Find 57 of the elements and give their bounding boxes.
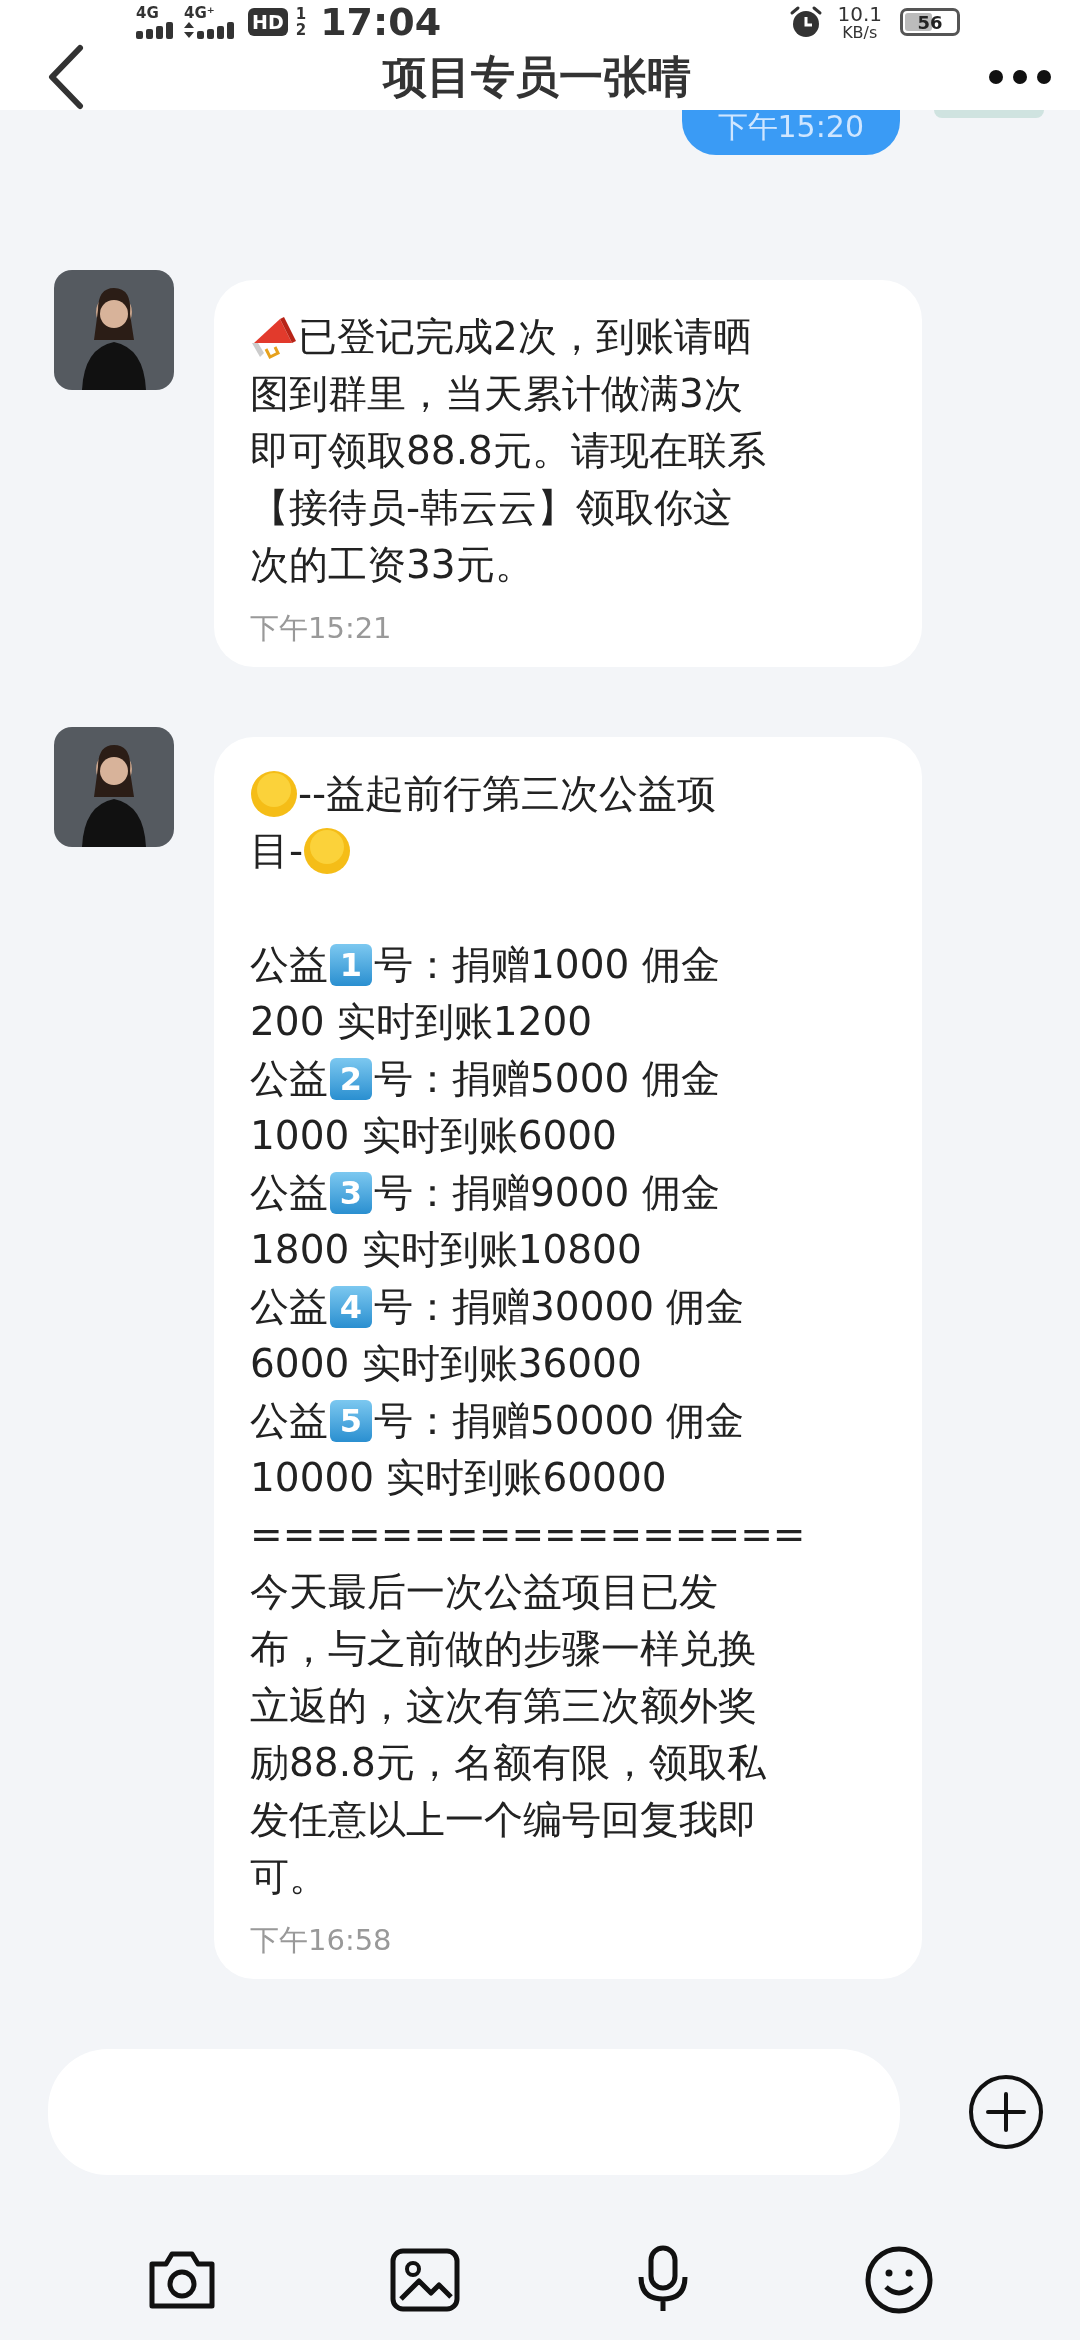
message-text: 公益 — [250, 1282, 328, 1331]
sim-number: 1 — [295, 6, 307, 22]
back-button[interactable] — [46, 44, 86, 110]
smiley-icon[interactable] — [864, 2245, 935, 2315]
alarm-icon — [789, 5, 824, 39]
message-text: 今天最后一次公益项目已发 — [250, 1567, 718, 1616]
message-text: 即可领取88.8元。请现在联系 — [250, 426, 766, 475]
message-text: --益起前行第三次公益项 — [298, 769, 717, 818]
network-type: 4G — [136, 5, 159, 21]
image-icon[interactable] — [389, 2247, 462, 2313]
message-text: 公益 — [250, 1054, 328, 1103]
chat-title: 项目专员一张晴 — [383, 49, 691, 104]
message-text: 1000 实时到账6000 — [250, 1111, 617, 1160]
message-text: 图到群里，当天累计做满3次 — [250, 369, 743, 418]
message-text: 公益 — [250, 1396, 328, 1445]
message-text: 公益 — [250, 940, 328, 989]
number-keycap: 4 — [330, 1285, 372, 1328]
number-keycap: 1 — [330, 943, 372, 986]
message-text: 已登记完成2次，到账请晒 — [298, 312, 752, 361]
number-keycap: 3 — [330, 1171, 372, 1214]
message-time: 下午15:21 — [250, 610, 393, 647]
message-time: 下午16:58 — [250, 1922, 393, 1959]
message-text: 200 实时到账1200 — [250, 997, 593, 1046]
number-keycap: 5 — [330, 1399, 372, 1442]
message-text: 励88.8元，名额有限，领取私 — [250, 1738, 766, 1787]
message-text: 公益 — [250, 1168, 328, 1217]
circle-emoji-icon — [303, 826, 352, 875]
sim-number: 2 — [295, 22, 307, 38]
speed-unit: KB/s — [842, 23, 878, 41]
message-text: 号：捐赠5000 佣金 — [374, 1054, 720, 1103]
message-text: 布，与之前做的步骤一样兑换 — [250, 1624, 757, 1673]
network-speed: 10.1 — [837, 3, 882, 24]
message-text: 立返的，这次有第三次额外奖 — [250, 1681, 757, 1730]
message-text: 目- — [250, 826, 304, 875]
message-text: 号：捐赠1000 佣金 — [374, 940, 720, 989]
message-text: 10000 实时到账60000 — [250, 1453, 667, 1502]
circle-emoji-icon — [250, 769, 298, 818]
hd-badge: HD — [248, 8, 288, 36]
clock: 17:04 — [320, 0, 442, 44]
message-text: 号：捐赠9000 佣金 — [374, 1168, 720, 1217]
more-button[interactable] — [988, 69, 1052, 85]
network-type: 4G⁺ — [184, 5, 215, 21]
signal-icon — [136, 21, 176, 39]
message-text: 次的工资33元。 — [250, 540, 534, 589]
message-text: 【接待员-韩云云】领取你这 — [250, 483, 733, 532]
message-text: ================= — [250, 1512, 806, 1557]
plus-icon[interactable] — [968, 2074, 1044, 2150]
battery-percent: 56 — [917, 11, 943, 33]
signal-icon — [184, 21, 236, 39]
number-keycap: 2 — [330, 1057, 372, 1100]
message-text: 号：捐赠50000 佣金 — [374, 1396, 745, 1445]
message-text: 可。 — [250, 1852, 328, 1901]
message-time: 下午15:20 — [717, 110, 864, 144]
message-text: 6000 实时到账36000 — [250, 1339, 642, 1388]
message-text: 1800 实时到账10800 — [250, 1225, 642, 1274]
message-text: 发任意以上一个编号回复我即 — [250, 1795, 757, 1844]
message-text: 号：捐赠30000 佣金 — [374, 1282, 745, 1331]
